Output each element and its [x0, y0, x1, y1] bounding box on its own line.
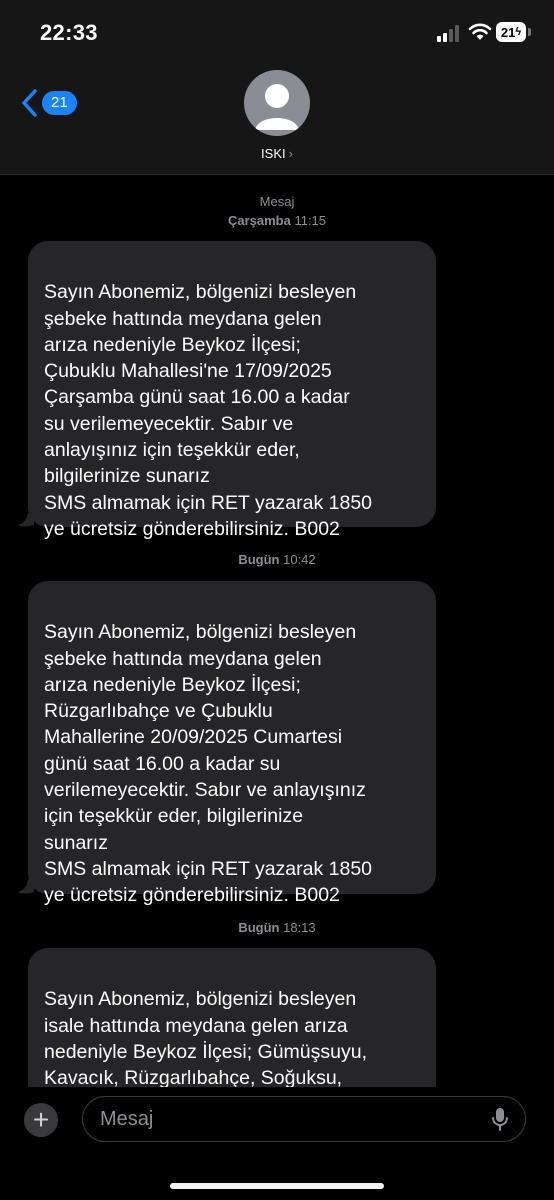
unread-count-badge: 21: [42, 91, 77, 115]
back-button[interactable]: 21: [18, 88, 77, 118]
conversation-header: 21 ISKI ›: [0, 64, 554, 175]
stamp-day: Çarşamba: [227, 213, 291, 228]
chevron-right-icon: ›: [288, 146, 293, 161]
message-bubble[interactable]: Sayın Abonemiz, bölgenizi besleyen şebek…: [28, 581, 436, 906]
charging-bolt-icon: ϟ: [515, 26, 522, 38]
stamp-day: Bugün: [238, 920, 280, 935]
timestamp-2: Bugün 10:42: [0, 550, 554, 569]
stamp-time: 10:42: [283, 552, 316, 567]
bubble-tail: [18, 880, 34, 894]
timestamp-1: Mesaj Çarşamba 11:15: [0, 192, 554, 230]
message-input[interactable]: [98, 1097, 462, 1142]
person-icon: [255, 84, 299, 130]
chevron-left-icon: [22, 89, 37, 117]
microphone-icon[interactable]: [491, 1107, 509, 1131]
service-label: Mesaj: [259, 194, 295, 209]
message-text: Sayın Abonemiz, bölgenizi besleyen şebek…: [44, 621, 373, 907]
message-bubble[interactable]: Sayın Abonemiz, bölgenizi besleyen şebek…: [28, 241, 436, 540]
stamp-time: 11:15: [294, 213, 327, 228]
message-field-container: [82, 1096, 526, 1142]
contact-name-button[interactable]: ISKI ›: [0, 146, 554, 161]
status-time: 22:33: [40, 20, 98, 45]
battery-level: 21: [500, 24, 516, 40]
add-attachment-button[interactable]: +: [24, 1103, 58, 1137]
timestamp-3: Bugün 18:13: [0, 918, 554, 937]
battery-icon: 21 ϟ: [496, 22, 526, 42]
battery-nub: [528, 28, 531, 36]
stamp-day: Bugün: [238, 552, 280, 567]
contact-name: ISKI: [261, 146, 286, 161]
message-text: Sayın Abonemiz, bölgenizi besleyen şebek…: [44, 281, 373, 540]
home-indicator[interactable]: [170, 1183, 384, 1189]
cellular-signal-icon: [437, 24, 461, 42]
status-bar: 22:33 21 ϟ: [0, 0, 554, 64]
contact-avatar[interactable]: [244, 70, 310, 136]
wifi-icon: [468, 23, 492, 40]
stamp-time: 18:13: [283, 920, 316, 935]
bubble-tail: [18, 513, 34, 527]
